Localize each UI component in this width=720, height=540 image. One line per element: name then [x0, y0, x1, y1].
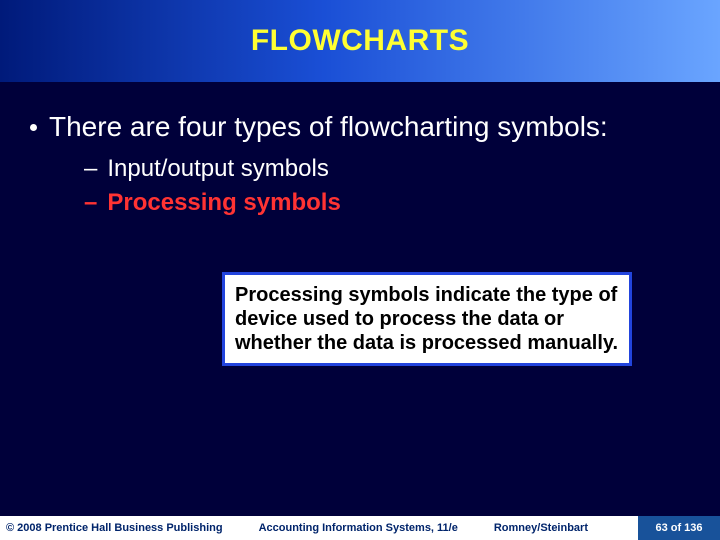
bullet-row: There are four types of flowcharting sym…: [30, 110, 690, 144]
sub-bullet-item: – Input/output symbols: [84, 154, 690, 184]
bullet-dot-icon: [30, 124, 37, 131]
sub-bullet-item: – Processing symbols: [84, 188, 690, 218]
sub-bullet-list: – Input/output symbols – Processing symb…: [84, 154, 690, 218]
dash-icon: –: [84, 154, 97, 184]
footer: © 2008 Prentice Hall Business Publishing…: [0, 516, 720, 540]
footer-copyright: © 2008 Prentice Hall Business Publishing: [6, 522, 223, 534]
footer-authors: Romney/Steinbart: [494, 522, 588, 534]
slide: FLOWCHARTS There are four types of flowc…: [0, 0, 720, 540]
callout: Processing symbols indicate the type of …: [222, 272, 632, 366]
sub-bullet-text-highlighted: Processing symbols: [107, 188, 340, 218]
footer-book: Accounting Information Systems, 11/e: [259, 522, 458, 534]
dash-icon: –: [84, 188, 97, 218]
callout-box: Processing symbols indicate the type of …: [222, 272, 632, 366]
slide-body: There are four types of flowcharting sym…: [30, 110, 690, 222]
callout-text: Processing symbols indicate the type of …: [235, 283, 619, 355]
footer-page-number: 63 of 136: [638, 516, 720, 540]
main-bullet-text: There are four types of flowcharting sym…: [49, 110, 608, 144]
slide-title: FLOWCHARTS: [251, 24, 469, 58]
footer-left: © 2008 Prentice Hall Business Publishing…: [0, 516, 638, 540]
title-bar: FLOWCHARTS: [0, 0, 720, 82]
sub-bullet-text: Input/output symbols: [107, 154, 328, 184]
